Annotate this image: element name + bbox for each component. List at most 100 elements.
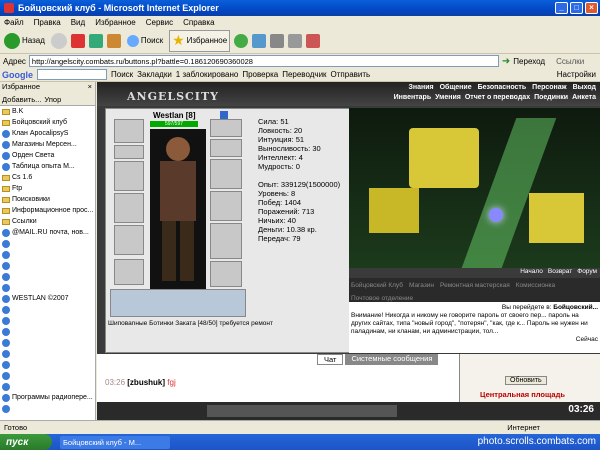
weapon-slot[interactable] [114,161,144,191]
link-start[interactable]: Начало [520,268,543,278]
bookmarks-button[interactable]: Закладки [137,70,172,79]
favorites-button[interactable]: ★ Избранное [169,29,231,52]
favorite-item[interactable]: Ftp [0,183,95,194]
city-map-image[interactable] [349,108,600,268]
google-search-input[interactable] [37,69,107,80]
spellcheck-button[interactable]: Проверка [242,70,278,79]
close-sidebar-icon[interactable]: × [88,82,95,91]
go-arrow-icon[interactable]: ➜ [502,56,510,67]
tab-chat[interactable]: Чат [317,354,344,365]
start-button[interactable]: пуск [0,434,52,450]
favorite-item[interactable] [0,381,95,392]
menu-tools[interactable]: Сервис [146,18,173,27]
favorite-item[interactable] [0,348,95,359]
messenger-button[interactable] [306,33,321,48]
mail-button[interactable] [252,33,267,48]
menu-view[interactable]: Вид [71,18,85,27]
nav-exit[interactable]: Выход [573,84,596,91]
legs-slot[interactable] [210,223,242,259]
link-back[interactable]: Возврат [548,268,572,278]
favorite-item[interactable]: Ссылки [0,216,95,227]
favorite-item[interactable]: Программы радиопере... [0,392,95,403]
info-icon[interactable] [220,111,228,119]
address-input[interactable]: http://angelscity.combats.ru/buttons.pl?… [28,55,499,67]
shield-slot[interactable] [210,191,242,221]
backpack-slots[interactable] [110,289,246,317]
favorite-item[interactable]: B.K [0,106,95,117]
refresh-button[interactable]: Обновить [505,376,547,385]
necklace-slot[interactable] [114,145,144,159]
armor-slot[interactable] [114,193,144,223]
nav-character[interactable]: Персонаж [532,84,566,91]
gloves-slot[interactable] [210,159,242,189]
favorite-item[interactable]: Магазины Мерсен... [0,139,95,150]
menu-file[interactable]: Файл [4,18,24,27]
forward-button[interactable] [50,32,67,49]
belt-slot[interactable] [114,225,144,255]
add-favorite-button[interactable]: Добавить... [2,95,41,104]
edit-button[interactable] [288,33,303,48]
favorite-item[interactable] [0,238,95,249]
favorite-item[interactable] [0,315,95,326]
ring-slot[interactable] [210,139,242,157]
nav-profile[interactable]: Анкета [572,94,596,101]
minimize-button[interactable]: _ [555,2,568,14]
loc-commission[interactable]: Комиссионка [516,282,555,289]
favorite-item[interactable] [0,249,95,260]
menu-favorites[interactable]: Избранное [95,18,136,27]
links-button[interactable]: Ссылки [556,57,584,66]
favorite-item[interactable]: Орден Света [0,150,95,161]
favorite-item[interactable] [0,282,95,293]
favorite-item[interactable]: Информационное прос... [0,205,95,216]
taskbar-ie-window[interactable]: Бойцовский клуб - M... [60,435,170,449]
favorite-item[interactable] [0,337,95,348]
go-button[interactable]: Переход [513,57,545,66]
google-settings-button[interactable]: Настройки [557,70,596,79]
search-button[interactable]: Поиск [125,30,165,52]
belt-item-slot[interactable] [114,259,144,285]
close-button[interactable]: × [585,2,598,14]
tab-system[interactable]: Системные сообщения [345,354,439,365]
history-button[interactable] [234,33,249,48]
loc-post[interactable]: Почтовое отделение [351,295,413,302]
nav-transfers[interactable]: Отчет о переводах [465,94,530,101]
favorite-item[interactable]: Поисковики [0,194,95,205]
favorite-item[interactable]: Бойцовский клуб [0,117,95,128]
favorite-item[interactable] [0,260,95,271]
favorite-item[interactable] [0,370,95,381]
home-button[interactable] [106,33,121,48]
favorite-item[interactable] [0,304,95,315]
favorite-item[interactable]: Клан ApocalipsyS [0,128,95,139]
loc-shop[interactable]: Магазин [409,282,434,289]
nav-inventory[interactable]: Инвентарь [394,94,432,101]
favorite-item[interactable]: Cs 1.6 [0,172,95,183]
earring-slot[interactable] [210,119,242,137]
chat-input[interactable] [207,405,397,417]
favorite-item[interactable]: Таблица опыта М... [0,161,95,172]
loc-repair[interactable]: Ремонтная мастерская [440,282,510,289]
favorite-item[interactable] [0,326,95,337]
favorite-item[interactable] [0,359,95,370]
boots-slot[interactable] [210,261,242,287]
link-forum[interactable]: Форум [577,268,597,278]
translate-button[interactable]: Переводчик [282,70,326,79]
maximize-button[interactable]: □ [570,2,583,14]
back-button[interactable]: Назад [2,30,47,52]
favorite-item[interactable] [0,403,95,414]
stop-button[interactable] [70,33,85,48]
menu-edit[interactable]: Правка [34,18,61,27]
menu-help[interactable]: Справка [183,18,214,27]
print-button[interactable] [270,33,285,48]
favorite-item[interactable]: WESTLAN ©2007 [0,293,95,304]
favorite-item[interactable]: @MAIL.RU почта, нов... [0,227,95,238]
organize-favorites-button[interactable]: Упор [44,95,61,104]
popup-blocked[interactable]: 1 заблокировано [176,70,239,79]
google-search-button[interactable]: Поиск [111,70,133,79]
helmet-slot[interactable] [114,119,144,143]
loc-club[interactable]: Бойцовский Клуб [351,282,403,289]
favorite-item[interactable] [0,271,95,282]
nav-fights[interactable]: Поединки [534,94,568,101]
nav-knowledge[interactable]: Знания [408,84,433,91]
nav-security[interactable]: Безопасность [478,84,527,91]
refresh-button[interactable] [88,33,103,48]
